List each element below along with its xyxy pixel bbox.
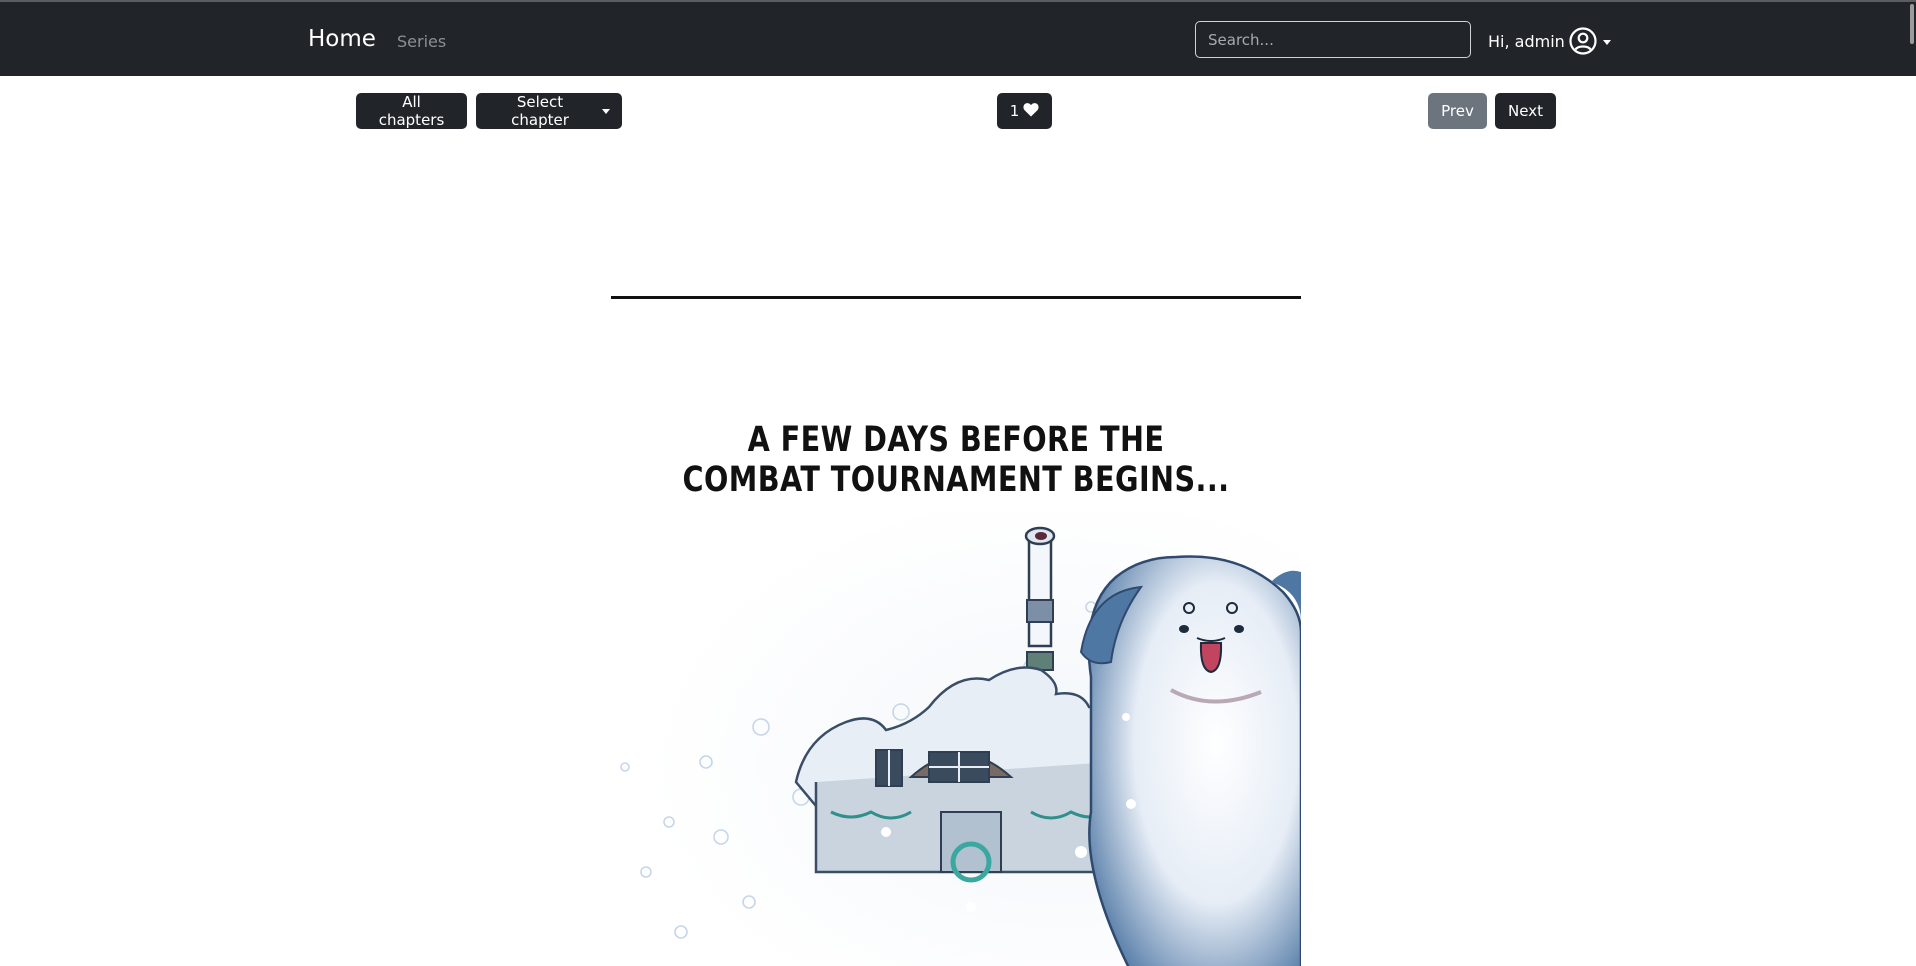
snow-dog — [1079, 555, 1301, 966]
navbar: Home Series Hi, admin — [0, 2, 1916, 76]
user-menu-toggle[interactable]: Hi, admin — [1488, 24, 1611, 58]
home-link[interactable]: Home — [308, 26, 376, 52]
manga-panel-illustration — [611, 512, 1301, 966]
chevron-down-icon — [602, 108, 610, 114]
page-caption: A FEW DAYS BEFORE THE COMBAT TOURNAMENT … — [673, 420, 1239, 500]
user-circle-icon — [1569, 27, 1597, 55]
next-chapter-button[interactable]: Next — [1495, 93, 1556, 129]
like-count: 1 — [1009, 102, 1020, 120]
like-button[interactable]: 1 — [997, 93, 1052, 129]
caption-line-1: A FEW DAYS BEFORE THE — [747, 420, 1165, 460]
next-label: Next — [1508, 102, 1543, 120]
user-greeting: Hi, admin — [1488, 31, 1565, 51]
prev-label: Prev — [1441, 102, 1474, 120]
chevron-down-icon — [1602, 40, 1611, 45]
select-chapter-dropdown[interactable]: Select chapter — [476, 93, 622, 129]
caption-line-2: COMBAT TOURNAMENT BEGINS... — [682, 460, 1230, 500]
heart-icon — [1023, 102, 1039, 121]
all-chapters-button[interactable]: All chapters — [356, 93, 467, 129]
prev-chapter-button[interactable]: Prev — [1428, 93, 1487, 129]
panel-divider — [611, 296, 1301, 299]
search-input[interactable] — [1195, 21, 1471, 58]
select-chapter-label: Select chapter — [511, 93, 569, 129]
all-chapters-label: All chapters — [378, 93, 445, 129]
chapter-page: A FEW DAYS BEFORE THE COMBAT TOURNAMENT … — [611, 152, 1301, 966]
page-scrollbar[interactable] — [1910, 4, 1914, 44]
nav-link-series[interactable]: Series — [397, 32, 446, 51]
